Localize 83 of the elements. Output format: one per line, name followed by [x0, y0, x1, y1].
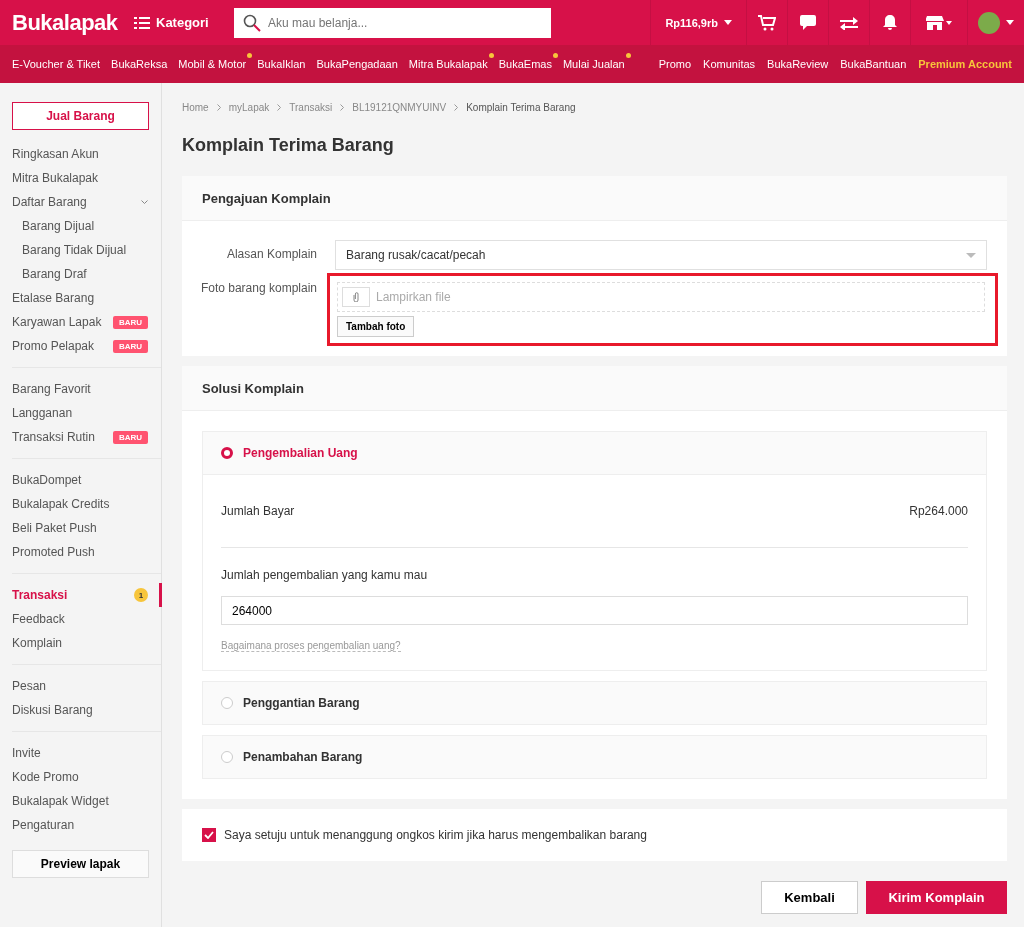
back-button[interactable]: Kembali	[761, 881, 858, 914]
nav-link[interactable]: Mitra Bukalapak	[408, 58, 488, 70]
add-photo-button[interactable]: Tambah foto	[337, 316, 415, 337]
sidebar-item[interactable]: Transaksi Rutin	[12, 430, 95, 444]
sidebar-subitem[interactable]: Barang Dijual	[22, 219, 95, 233]
option-label[interactable]: Penambahan Barang	[243, 750, 363, 764]
nav-link[interactable]: BukaReview	[767, 58, 829, 70]
cart-icon[interactable]	[758, 14, 776, 31]
sidebar-item[interactable]: Langganan	[12, 406, 73, 420]
nav-link[interactable]: BukaIklan	[257, 58, 306, 70]
logo[interactable]: Bukalapak	[12, 9, 134, 36]
premium-link[interactable]: Premium Account	[918, 58, 1012, 70]
new-badge: BARU	[112, 339, 148, 353]
refund-amount-field[interactable]: 264000	[221, 596, 968, 625]
radio-button[interactable]	[221, 447, 233, 459]
reason-dropdown[interactable]: Barang rusak/cacat/pecah	[335, 240, 987, 270]
preview-button[interactable]: Preview lapak	[12, 850, 149, 878]
sidebar-item[interactable]: BukaDompet	[12, 473, 82, 487]
sidebar-item[interactable]: Pengaturan	[12, 818, 75, 832]
chevron-icon	[277, 104, 282, 111]
paperclip-icon	[353, 292, 359, 302]
sidebar-item[interactable]: Bukalapak Credits	[12, 497, 110, 511]
sidebar-item[interactable]: Diskusi Barang	[12, 703, 93, 717]
sidebar-item[interactable]: Promoted Push	[12, 545, 95, 559]
transfer-icon[interactable]	[840, 15, 858, 30]
sidebar-item[interactable]: Promo Pelapak	[12, 339, 95, 353]
sidebar-item[interactable]: Karyawan Lapak	[12, 315, 102, 329]
search-icon	[243, 13, 261, 32]
nav-link[interactable]: BukaEmas	[498, 58, 552, 70]
file-placeholder: Lampirkan file	[376, 290, 451, 304]
paid-label: Jumlah Bayar	[221, 504, 295, 518]
nav-link[interactable]: BukaPengadaan	[316, 58, 398, 70]
nav-link[interactable]: BukaReksa	[111, 58, 168, 70]
checkbox[interactable]	[202, 828, 216, 842]
chevron-icon	[454, 104, 459, 111]
option-label[interactable]: Penggantian Barang	[243, 696, 360, 710]
card-title: Solusi Komplain	[182, 366, 1007, 411]
field-label: Jumlah pengembalian yang kamu mau	[221, 568, 429, 582]
sidebar-item[interactable]: Invite	[12, 746, 41, 760]
sidebar-item[interactable]: Daftar Barang	[12, 195, 87, 209]
sidebar-item[interactable]: Pesan	[12, 679, 47, 693]
bell-icon[interactable]	[883, 14, 897, 31]
sidebar-item[interactable]: Etalase Barang	[12, 291, 95, 305]
nav-link[interactable]: BukaBantuan	[840, 58, 907, 70]
nav-link[interactable]: E-Voucher & Tiket	[12, 58, 101, 70]
sidebar-item[interactable]: Feedback	[12, 612, 65, 626]
chevron-icon[interactable]	[141, 199, 148, 205]
submit-button[interactable]: Kirim Komplain	[866, 881, 1007, 914]
nav-link[interactable]: Mobil & Motor	[178, 58, 247, 70]
new-badge: BARU	[112, 315, 148, 329]
caret-icon	[1006, 20, 1014, 25]
card-title: Pengajuan Komplain	[182, 176, 1007, 221]
sidebar-item[interactable]: Barang Favorit	[12, 382, 91, 396]
sidebar-item[interactable]: Kode Promo	[12, 770, 79, 784]
sidebar-item[interactable]: Mitra Bukalapak	[12, 171, 99, 185]
paid-amount: Rp264.000	[909, 504, 968, 518]
nav-link[interactable]: Mulai Jualan	[562, 58, 625, 70]
nav-link[interactable]: Komunitas	[703, 58, 756, 70]
new-badge: BARU	[112, 430, 148, 444]
caret-icon	[966, 252, 976, 258]
chevron-icon	[216, 104, 221, 111]
sidebar-subitem[interactable]: Barang Tidak Dijual	[22, 243, 127, 257]
store-icon[interactable]	[926, 15, 952, 30]
sidebar-item[interactable]: Komplain	[12, 636, 63, 650]
menu-icon	[134, 16, 150, 29]
field-label: Alasan Komplain	[225, 246, 318, 261]
sidebar-item[interactable]: Transaksi	[12, 588, 68, 602]
option-label[interactable]: Pengembalian Uang	[243, 446, 358, 460]
nav-link[interactable]: Promo	[658, 58, 692, 70]
chat-icon[interactable]	[800, 15, 816, 30]
category-button[interactable]: Kategori	[134, 15, 234, 30]
sidebar-subitem[interactable]: Barang Draf	[22, 267, 87, 281]
search-field[interactable]: Aku mau belanja...	[234, 7, 551, 38]
page-title: Komplain Terima Barang	[182, 135, 395, 156]
caret-icon	[724, 20, 732, 25]
count-badge: 1	[134, 588, 148, 602]
field-label: Foto barang komplain	[199, 280, 318, 295]
sidebar-item[interactable]: Beli Paket Push	[12, 521, 97, 535]
agreement-text: Saya setuju untuk menanggung ongkos kirim jika harus mengembalikan barang	[224, 828, 647, 842]
sidebar-item[interactable]: Bukalapak Widget	[12, 794, 109, 808]
chevron-icon	[340, 104, 345, 111]
sell-button[interactable]: Jual Barang	[12, 102, 149, 130]
sidebar-item[interactable]: Ringkasan Akun	[12, 147, 99, 161]
